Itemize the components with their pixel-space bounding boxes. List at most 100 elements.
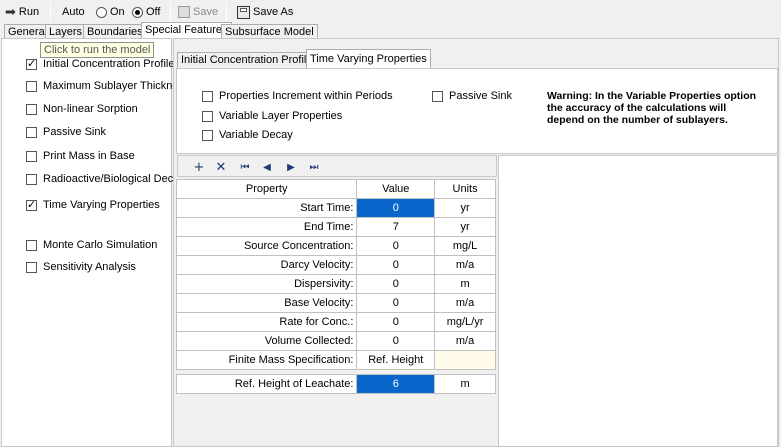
option-radioactive-biological-decay[interactable]: Radioactive/Biological Decay (26, 173, 185, 185)
option-variable-decay[interactable]: Variable Decay (202, 129, 293, 141)
option-label: Print Mass in Base (43, 150, 135, 162)
on-radio-circle (96, 6, 107, 18)
option-tvp-passive-sink[interactable]: Passive Sink (432, 90, 512, 102)
value-cell[interactable]: Ref. Height (356, 350, 436, 370)
checkbox[interactable] (26, 239, 37, 251)
option-label: Variable Decay (219, 129, 293, 141)
grid-header: Property Value Units (175, 179, 496, 199)
option-properties-increment[interactable]: Properties Increment within Periods (202, 90, 393, 102)
last-record-icon[interactable]: ⏭ (305, 158, 323, 176)
option-maximum-sublayer-thickness[interactable]: Maximum Sublayer Thickness (26, 80, 190, 92)
value-cell[interactable]: 0 (356, 312, 436, 332)
save-button[interactable]: Save (178, 4, 218, 20)
checkbox[interactable] (26, 126, 37, 138)
value-cell[interactable]: 0 (356, 274, 436, 294)
save-as-button[interactable]: Save As (237, 4, 293, 20)
option-passive-sink[interactable]: Passive Sink (26, 126, 106, 138)
value-cell[interactable]: 0 (356, 293, 436, 313)
option-label: Non-linear Sorption (43, 103, 138, 115)
property-cell: Start Time: (175, 198, 358, 218)
checkbox[interactable] (202, 129, 213, 141)
checkbox[interactable] (26, 150, 37, 162)
previous-record-icon[interactable]: ◀ (258, 158, 276, 176)
table-row: Start Time: 0 yr (175, 198, 496, 218)
table-row: Dispersivity: 0 m (175, 274, 496, 294)
delete-icon[interactable]: ✕ (212, 158, 230, 176)
checkbox[interactable] (202, 90, 213, 102)
checkbox[interactable] (26, 173, 37, 185)
units-cell[interactable]: m/a (434, 255, 496, 275)
units-cell[interactable]: m/a (434, 331, 496, 351)
option-label: Monte Carlo Simulation (43, 239, 158, 251)
table-row: Finite Mass Specification: Ref. Height (175, 350, 496, 370)
checkbox[interactable] (26, 80, 37, 92)
tab-general-label: General (8, 26, 48, 38)
units-cell[interactable]: m/a (434, 293, 496, 313)
next-record-icon[interactable]: ▶ (282, 158, 300, 176)
property-cell: Finite Mass Specification: (175, 350, 358, 370)
units-cell[interactable]: yr (434, 217, 496, 237)
option-variable-layer-properties[interactable]: Variable Layer Properties (202, 110, 342, 122)
units-cell[interactable]: mg/L/yr (434, 312, 496, 332)
option-initial-concentration-profile[interactable]: Initial Concentration Profile (26, 57, 174, 70)
auto-label: Auto (62, 4, 85, 20)
property-cell: Source Concentration: (175, 236, 358, 256)
option-monte-carlo-simulation[interactable]: Monte Carlo Simulation (26, 239, 157, 251)
tab-special-features[interactable]: Special Features (141, 22, 232, 39)
checkbox[interactable] (202, 110, 213, 122)
option-print-mass-in-base[interactable]: Print Mass in Base (26, 150, 135, 162)
property-cell: Rate for Conc.: (175, 312, 358, 332)
value-cell[interactable]: 0 (356, 198, 436, 218)
units-cell[interactable]: m (434, 274, 496, 294)
value-cell[interactable]: 0 (356, 236, 436, 256)
units-cell[interactable]: yr (434, 198, 496, 218)
ref-height-grid: Ref. Height of Leachate: 6 m (175, 374, 498, 394)
header-property: Property (175, 179, 358, 199)
tab-subsurface-model[interactable]: Subsurface Model (221, 24, 318, 39)
checkbox[interactable] (26, 261, 37, 273)
add-icon[interactable]: + (190, 158, 208, 176)
value-cell[interactable]: 0 (356, 255, 436, 275)
header-units: Units (434, 179, 496, 199)
checkbox[interactable] (26, 198, 37, 211)
option-label: Passive Sink (449, 90, 512, 102)
tab-boundaries[interactable]: Boundaries (83, 24, 147, 39)
tab-boundaries-label: Boundaries (87, 26, 143, 38)
checkbox[interactable] (26, 57, 37, 70)
option-non-linear-sorption[interactable]: Non-linear Sorption (26, 103, 138, 115)
property-cell: Volume Collected: (175, 331, 358, 351)
option-sensitivity-analysis[interactable]: Sensitivity Analysis (26, 261, 136, 273)
option-label: Properties Increment within Periods (219, 90, 393, 102)
checkbox[interactable] (432, 90, 443, 102)
table-row: Base Velocity: 0 m/a (175, 293, 496, 313)
table-row: Darcy Velocity: 0 m/a (175, 255, 496, 275)
off-radio[interactable]: Off (132, 4, 160, 20)
value-cell[interactable]: 0 (356, 331, 436, 351)
option-label: Radioactive/Biological Decay (43, 173, 185, 185)
property-cell: Darcy Velocity: (175, 255, 358, 275)
table-row: Volume Collected: 0 m/a (175, 331, 496, 351)
on-radio[interactable]: On (96, 4, 125, 20)
units-cell[interactable] (434, 350, 496, 370)
run-button[interactable]: ➡ Run (5, 4, 39, 20)
tab-label: Time Varying Properties (310, 53, 427, 65)
off-radio-circle (132, 6, 143, 18)
option-label: Sensitivity Analysis (43, 261, 136, 273)
tab-label: Initial Concentration Profile (181, 54, 313, 66)
tab-initial-concentration-profile[interactable]: Initial Concentration Profile (177, 52, 317, 68)
tab-special-features-label: Special Features (145, 24, 228, 36)
checkbox[interactable] (26, 103, 37, 115)
units-cell[interactable]: mg/L (434, 236, 496, 256)
value-cell[interactable]: 7 (356, 217, 436, 237)
tab-time-varying-properties[interactable]: Time Varying Properties (306, 49, 431, 68)
table-row: Source Concentration: 0 mg/L (175, 236, 496, 256)
units-cell[interactable]: m (434, 374, 496, 394)
first-record-icon[interactable]: ⏮ (236, 158, 254, 176)
tab-layers[interactable]: Layers (45, 24, 87, 39)
option-label: Time Varying Properties (43, 199, 160, 211)
value-cell[interactable]: 6 (356, 374, 436, 394)
save-as-icon (237, 5, 250, 19)
table-row: End Time: 7 yr (175, 217, 496, 237)
run-tooltip: Click to run the model (40, 42, 155, 58)
option-time-varying-properties[interactable]: Time Varying Properties (26, 198, 160, 211)
